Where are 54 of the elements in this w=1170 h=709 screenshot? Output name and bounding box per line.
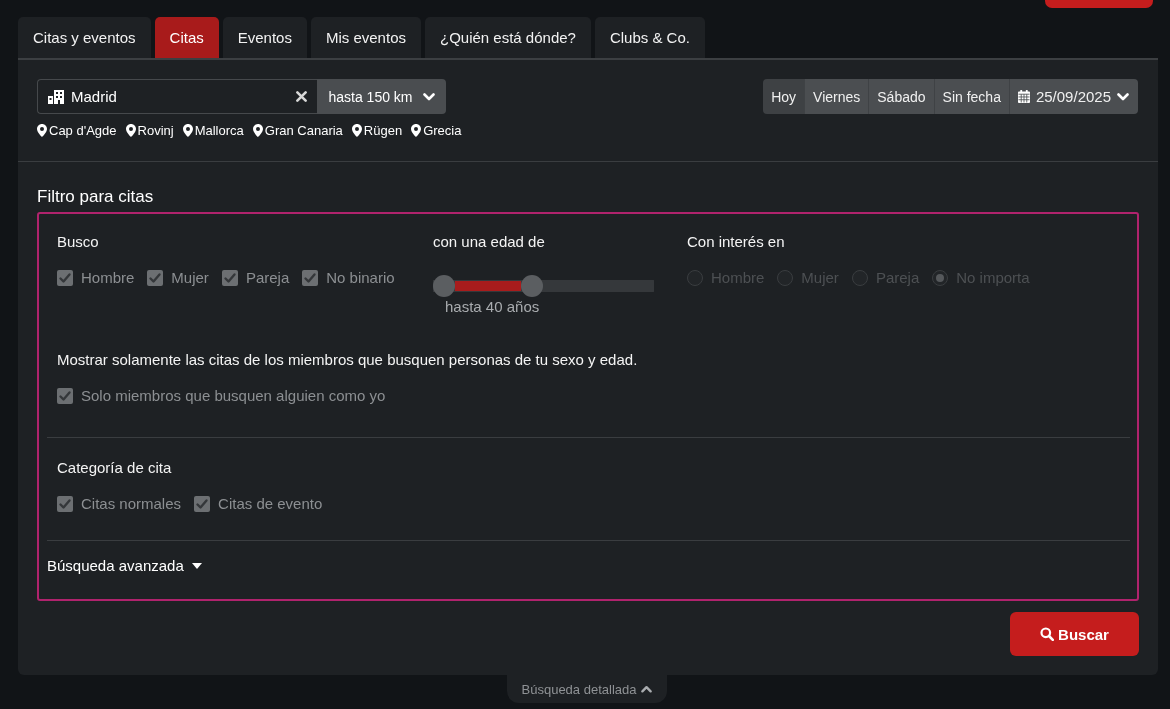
location-link[interactable]: Mallorca xyxy=(182,122,244,138)
section-label: Con interés en xyxy=(687,232,786,252)
advanced-search-toggle[interactable]: Búsqueda avanzada xyxy=(47,556,202,576)
map-pin-icon xyxy=(351,123,362,137)
chevron-down-icon xyxy=(422,92,435,101)
age-reading: hasta 40 años xyxy=(444,298,541,316)
checkbox-label: Citas de evento xyxy=(218,494,323,514)
date-picker[interactable]: 25/09/2025 xyxy=(1008,79,1138,114)
map-pin-icon xyxy=(182,123,193,137)
location-link[interactable]: Rovinj xyxy=(125,122,174,138)
calendar-icon xyxy=(1017,90,1030,103)
building-icon xyxy=(48,89,64,104)
tab[interactable]: Citas y eventos xyxy=(18,17,151,58)
search-icon xyxy=(1040,627,1055,641)
radius-dropdown[interactable]: hasta 150 km xyxy=(317,79,446,114)
location-link[interactable]: Rügen xyxy=(351,122,403,138)
location-link[interactable]: Grecia xyxy=(411,122,462,138)
map-pin-icon xyxy=(252,123,263,137)
caret-icon xyxy=(191,563,202,569)
tab[interactable]: Eventos xyxy=(222,17,307,58)
checkbox-label: Mujer xyxy=(171,268,209,288)
location-link[interactable]: Cap d'Agde xyxy=(37,122,117,138)
date-tab[interactable]: Sábado xyxy=(868,79,934,114)
section-label: Categoría de cita xyxy=(57,458,173,478)
date-tab[interactable]: Sin fecha xyxy=(933,79,1009,114)
tab[interactable]: ¿Quién está dónde? xyxy=(425,17,591,58)
checkbox-label: Hombre xyxy=(81,268,135,288)
search-button[interactable]: Buscar xyxy=(1010,612,1139,656)
slider-handle[interactable] xyxy=(521,275,544,297)
date-tab[interactable]: Hoy xyxy=(763,79,805,114)
checkbox-label: Solo miembros que busquen alguien como yo xyxy=(81,386,386,406)
section-label: con una edad de xyxy=(433,232,546,252)
map-pin-icon xyxy=(125,123,136,137)
location-input[interactable]: Madrid xyxy=(71,80,296,113)
checkbox-label: No binario xyxy=(326,268,395,288)
date-tab[interactable]: Viernes xyxy=(804,79,869,114)
tab[interactable]: Citas xyxy=(154,17,219,58)
checkbox-label: Pareja xyxy=(245,268,290,288)
clear-icon[interactable] xyxy=(296,91,307,102)
detail-search-toggle[interactable]: Búsqueda detallada xyxy=(507,675,667,703)
location-field[interactable]: Madrid xyxy=(37,79,317,114)
tab[interactable]: Clubs & Co. xyxy=(594,17,705,58)
chevron-up-icon xyxy=(641,685,653,693)
section-label: Busco xyxy=(57,232,100,252)
checkbox-label: Citas normales xyxy=(81,494,182,514)
filter-title: Filtro para citas xyxy=(37,186,155,208)
map-pin-icon xyxy=(37,123,47,137)
chevron-down-icon xyxy=(1117,92,1129,101)
map-pin-icon xyxy=(411,123,422,137)
slider-handle[interactable] xyxy=(433,275,455,297)
filter-description: Mostrar solamente las citas de los miembros que busquen personas de tu sexo y edad. xyxy=(57,350,639,370)
location-link[interactable]: Gran Canaria xyxy=(252,122,343,138)
tab[interactable]: Mis eventos xyxy=(310,17,421,58)
header-button[interactable] xyxy=(1045,0,1153,8)
